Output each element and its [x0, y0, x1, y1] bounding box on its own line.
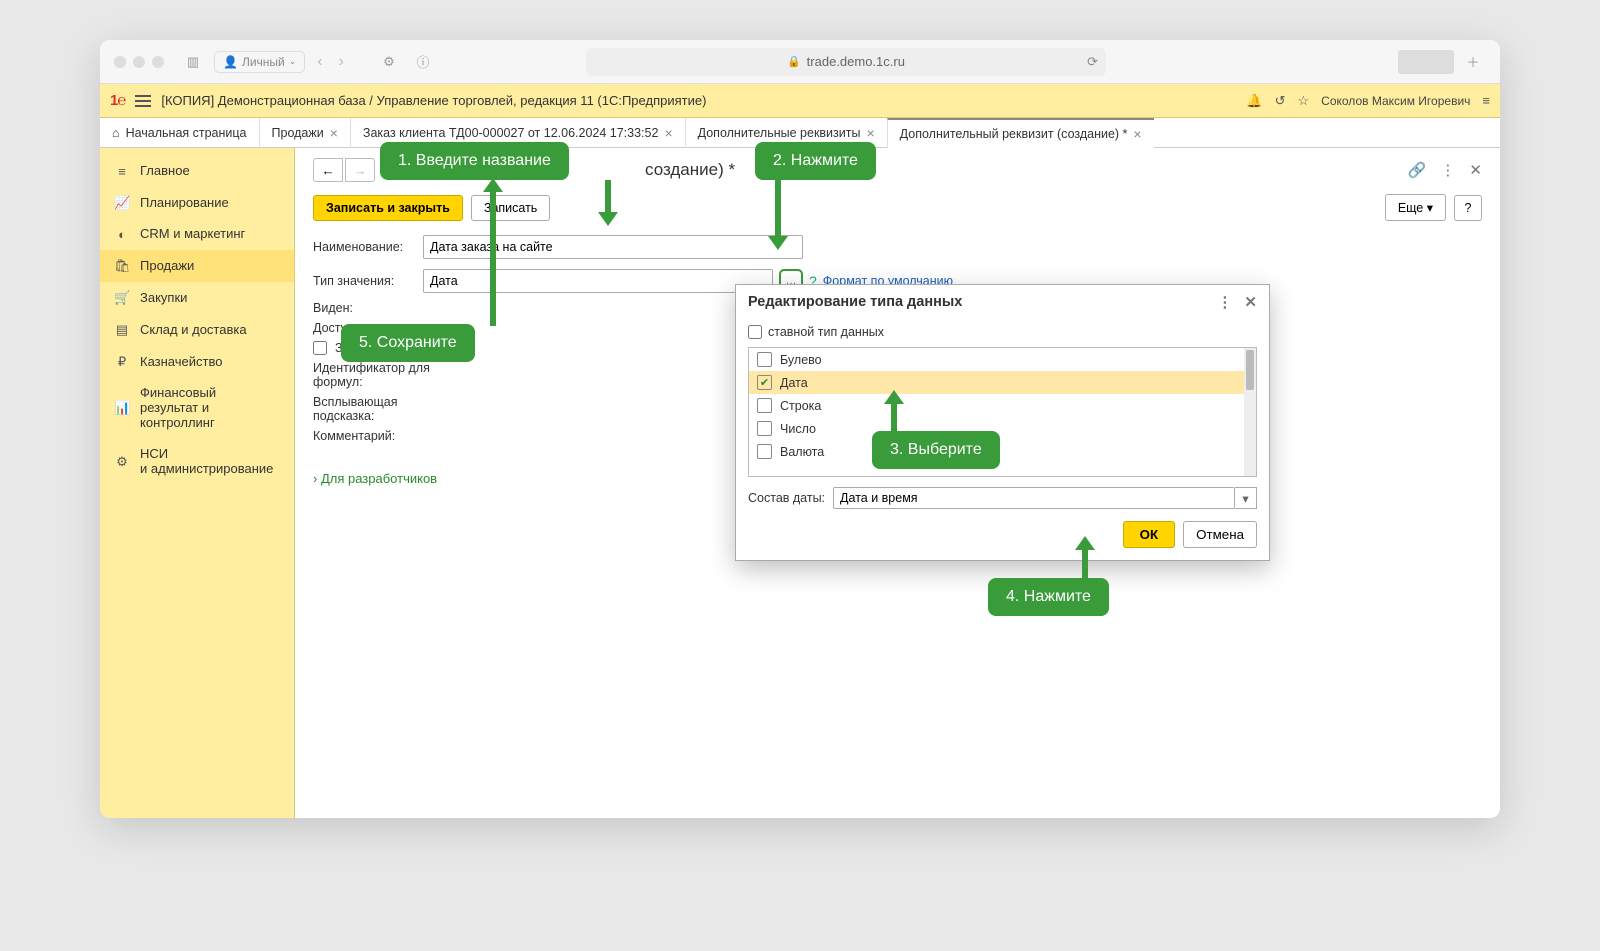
- label-visible: Виден:: [313, 301, 473, 315]
- sidebar-item-planning[interactable]: 📈Планирование: [100, 187, 294, 219]
- lock-icon: 🔒: [787, 55, 801, 68]
- user-name[interactable]: Соколов Максим Игоревич: [1321, 94, 1470, 108]
- label-formula-id: Идентификатор для формул:: [313, 361, 473, 389]
- browser-toolbar: ▥ 👤 Личный ⌄ ‹ › ⚙ ⓘ 🔒 trade.demo.1c.ru …: [100, 40, 1500, 84]
- sidebar-item-purchases[interactable]: 🛒Закупки: [100, 282, 294, 314]
- new-tab-button[interactable]: ＋: [1460, 49, 1486, 75]
- dialog-title: Редактирование типа данных: [748, 294, 962, 310]
- close-panel-icon[interactable]: ✕: [1469, 161, 1482, 179]
- label-comment: Комментарий:: [313, 429, 473, 443]
- dialog-kebab-icon[interactable]: ⋮: [1217, 293, 1232, 311]
- page-back-button[interactable]: ←: [313, 158, 343, 182]
- gear-icon[interactable]: ⚙: [376, 49, 402, 75]
- history-icon[interactable]: ↺: [1275, 93, 1286, 109]
- home-icon: ⌂: [112, 126, 120, 140]
- type-option-number[interactable]: Число: [749, 417, 1256, 440]
- type-option-date[interactable]: ✔Дата: [749, 371, 1256, 394]
- close-icon[interactable]: ×: [664, 125, 672, 141]
- sidebar-item-warehouse[interactable]: ▤Склад и доставка: [100, 314, 294, 346]
- composite-type-label: ставной тип данных: [768, 325, 884, 339]
- nav-back[interactable]: ‹: [313, 53, 326, 71]
- sidebar-item-treasury[interactable]: ₽Казначейство: [100, 346, 294, 378]
- kebab-icon[interactable]: ⋮: [1440, 161, 1455, 179]
- name-input[interactable]: [423, 235, 803, 259]
- date-composition-select[interactable]: Дата и время: [833, 487, 1235, 509]
- date-composition-label: Состав даты:: [748, 491, 825, 505]
- address-bar[interactable]: 🔒 trade.demo.1c.ru ⟳: [586, 48, 1106, 76]
- nav-forward[interactable]: ›: [335, 53, 348, 71]
- label-type: Тип значения:: [313, 274, 423, 288]
- save-button[interactable]: Записать: [471, 195, 550, 221]
- tab-sales[interactable]: Продажи×: [259, 118, 350, 148]
- more-button[interactable]: Еще ▾: [1385, 194, 1446, 221]
- chevron-down-icon[interactable]: ▾: [1235, 487, 1257, 509]
- tab-home[interactable]: ⌂ Начальная страница: [100, 126, 259, 140]
- link-icon[interactable]: 🔗: [1408, 161, 1427, 179]
- callout-1: 1. Введите название: [380, 142, 569, 180]
- type-editor-dialog: Редактирование типа данных ⋮ ✕ ставной т…: [735, 284, 1270, 561]
- composite-type-checkbox[interactable]: [748, 325, 762, 339]
- save-and-close-button[interactable]: Записать и закрыть: [313, 195, 463, 221]
- bell-icon[interactable]: 🔔: [1246, 93, 1262, 109]
- sidebar-nav: ≡Главное 📈Планирование ◐CRM и маркетинг …: [100, 148, 295, 818]
- user-menu-icon[interactable]: ≡: [1482, 93, 1490, 108]
- star-icon[interactable]: ☆: [1298, 93, 1310, 109]
- callout-3: 3. Выберите: [872, 431, 1000, 469]
- menu-icon[interactable]: [135, 95, 151, 107]
- reload-icon[interactable]: ⟳: [1087, 54, 1098, 70]
- type-option-string[interactable]: Строка: [749, 394, 1256, 417]
- window-traffic-lights: [114, 56, 164, 68]
- page-forward-button[interactable]: →: [345, 158, 375, 182]
- callout-5: 5. Сохраните: [341, 324, 475, 362]
- sidebar-item-finance[interactable]: 📊Финансовый результат и контроллинг: [100, 378, 294, 439]
- type-options-list[interactable]: Булево ✔Дата Строка Число Валюта: [748, 347, 1257, 477]
- help-button[interactable]: ?: [1454, 195, 1482, 221]
- label-name: Наименование:: [313, 240, 423, 254]
- info-icon[interactable]: ⓘ: [410, 49, 436, 75]
- callout-4: 4. Нажмите: [988, 578, 1109, 616]
- app-header: 1℮ [КОПИЯ] Демонстрационная база / Управ…: [100, 84, 1500, 118]
- za-checkbox[interactable]: [313, 341, 327, 355]
- extension-placeholder: [1398, 50, 1454, 74]
- close-icon[interactable]: ×: [330, 125, 338, 141]
- list-scrollbar[interactable]: [1244, 348, 1256, 476]
- tab-extra-prop-create[interactable]: Дополнительный реквизит (создание) *×: [887, 118, 1154, 148]
- dialog-close-icon[interactable]: ✕: [1244, 293, 1257, 311]
- dialog-cancel-button[interactable]: Отмена: [1183, 521, 1257, 548]
- close-icon[interactable]: ×: [1133, 126, 1141, 142]
- type-input[interactable]: [423, 269, 773, 293]
- sidebar-item-sales[interactable]: 🛍Продажи: [100, 250, 294, 282]
- content-area: ← → создание) * 🔗 ⋮ ✕ Записать и закрыть…: [295, 148, 1500, 818]
- sidebar-item-crm[interactable]: ◐CRM и маркетинг: [100, 219, 294, 250]
- page-nav-arrows: ← →: [313, 158, 375, 182]
- callout-2: 2. Нажмите: [755, 142, 876, 180]
- app-title: [КОПИЯ] Демонстрационная база / Управлен…: [161, 93, 706, 108]
- sidebar-item-main[interactable]: ≡Главное: [100, 156, 294, 187]
- sidebar-item-nsi[interactable]: ⚙НСИ и администрирование: [100, 439, 294, 485]
- page-title-fragment: создание) *: [645, 160, 735, 180]
- close-icon[interactable]: ×: [866, 125, 874, 141]
- dialog-ok-button[interactable]: ОК: [1123, 521, 1176, 548]
- type-option-currency[interactable]: Валюта: [749, 440, 1256, 463]
- sidebar-toggle-icon[interactable]: ▥: [180, 49, 206, 75]
- type-option-boolean[interactable]: Булево: [749, 348, 1256, 371]
- label-tooltip: Всплывающая подсказка:: [313, 395, 473, 423]
- logo-1c: 1℮: [110, 92, 125, 109]
- profile-picker[interactable]: 👤 Личный ⌄: [214, 51, 305, 73]
